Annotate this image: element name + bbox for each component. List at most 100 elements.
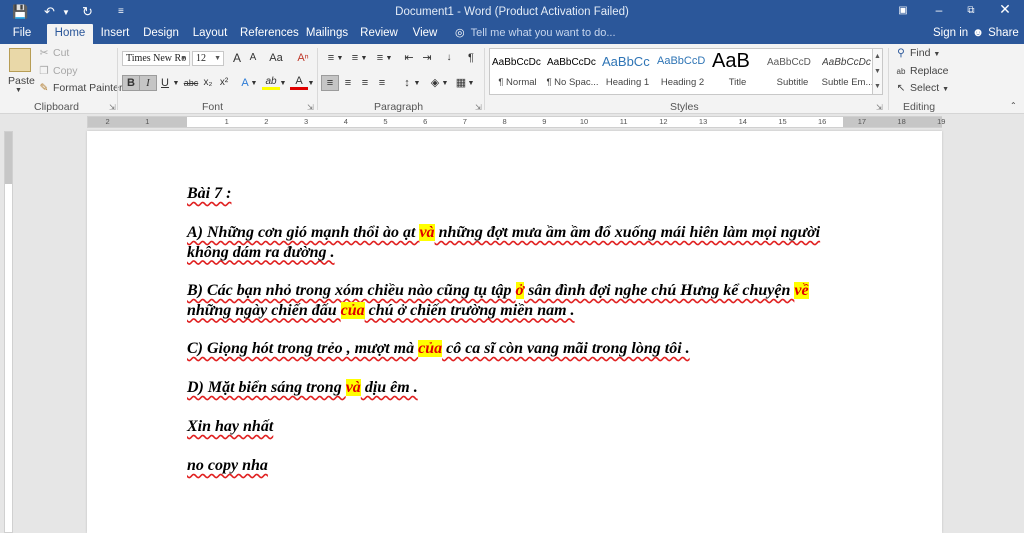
scroll-up-icon[interactable]: ▲ <box>873 49 882 64</box>
tab-review[interactable]: Review <box>359 24 399 44</box>
increase-indent-icon[interactable]: ⇥ <box>418 50 436 66</box>
styles-launcher-icon[interactable]: ⇲ <box>876 103 883 112</box>
sign-in-link[interactable]: Sign in <box>933 24 968 44</box>
clear-formatting-button[interactable]: Aⁿ <box>294 50 312 66</box>
find-label: Find <box>910 47 931 59</box>
font-color-dropdown-icon[interactable]: ▼ <box>307 76 315 92</box>
ruler-tick-label: 19 <box>937 117 946 126</box>
more-styles-icon[interactable]: ▼ <box>873 79 882 94</box>
heading-line: Bài 7 : <box>187 184 827 204</box>
align-center-icon[interactable]: ≡ <box>339 75 357 91</box>
font-color-button[interactable]: A <box>290 75 308 90</box>
horizontal-ruler[interactable]: 2 1 1 2 3 4 5 6 7 8 9 10 11 12 13 14 15 16 17 18 19 <box>87 116 945 128</box>
sort-icon[interactable]: ↓ <box>440 50 458 66</box>
ruler-tick-label: 18 <box>897 117 906 126</box>
style-no-spacing[interactable]: AaBbCcDc ¶ No Spac... <box>545 49 600 94</box>
italic-button[interactable]: I <box>139 75 157 91</box>
copy-button[interactable]: ❐ Copy <box>38 65 77 77</box>
paragraph-launcher-icon[interactable]: ⇲ <box>475 103 482 112</box>
ruler-tick-label: 13 <box>698 117 708 126</box>
underline-dropdown-icon[interactable]: ▼ <box>172 76 180 92</box>
paste-button[interactable]: Paste <box>8 75 35 87</box>
select-label: Select <box>910 82 940 94</box>
style-name: Title <box>728 77 747 88</box>
tab-layout[interactable]: Layout <box>189 24 231 44</box>
share-button[interactable]: ☻ Share <box>972 24 1019 44</box>
scroll-down-icon[interactable]: ▼ <box>873 64 882 79</box>
ribbon-display-options-icon[interactable]: ▣ <box>888 5 918 16</box>
text-run: dịu êm . <box>360 379 418 396</box>
clipboard-launcher-icon[interactable]: ⇲ <box>109 103 116 112</box>
tab-home[interactable]: Home <box>47 24 93 44</box>
tab-view[interactable]: View <box>407 24 443 44</box>
bold-button[interactable]: B <box>122 75 140 91</box>
ruler-tick-label: 7 <box>462 117 467 126</box>
restore-icon[interactable]: ⧉ <box>956 5 986 16</box>
ribbon-tabs: File Home Insert Design Layout Reference… <box>0 24 1024 44</box>
font-name-select[interactable]: Times New Ro ▼ <box>122 51 190 66</box>
line-spacing-dropdown-icon[interactable]: ▼ <box>413 76 421 92</box>
highlight-button[interactable]: ab <box>262 75 280 90</box>
multilevel-dropdown-icon[interactable]: ▼ <box>385 51 393 67</box>
find-button[interactable]: ⚲ Find ▼ <box>895 47 940 59</box>
style-title[interactable]: AaB Title <box>710 49 765 94</box>
change-case-button[interactable]: Aa <box>264 50 288 66</box>
style-heading-2[interactable]: AaBbCcD Heading 2 <box>655 49 710 94</box>
numbering-dropdown-icon[interactable]: ▼ <box>360 51 368 67</box>
style-preview: AaBbCcDc <box>547 57 596 68</box>
style-normal[interactable]: AaBbCcDc ¶ Normal <box>490 49 545 94</box>
shading-dropdown-icon[interactable]: ▼ <box>441 76 449 92</box>
horizontal-ruler-area: 2 1 1 2 3 4 5 6 7 8 9 10 11 12 13 14 15 16 17 18 19 <box>0 114 1024 130</box>
format-painter-button[interactable]: ✎ Format Painter <box>38 82 123 94</box>
exercise-title: Bài 7 : <box>187 185 232 202</box>
tell-me-box[interactable]: ◎ Tell me what you want to do... <box>455 24 616 44</box>
tab-mailings[interactable]: Mailings <box>304 24 350 44</box>
font-color-icon: A <box>295 75 303 87</box>
minimize-icon[interactable]: – <box>924 3 954 17</box>
text-run: D) Mặt biển sáng trong <box>187 379 346 396</box>
style-heading-1[interactable]: AaBbCc Heading 1 <box>600 49 655 94</box>
paste-dropdown-icon[interactable]: ▼ <box>15 87 22 94</box>
align-left-icon[interactable]: ≡ <box>321 75 339 91</box>
replace-button[interactable]: ab Replace <box>895 65 949 77</box>
style-subtitle[interactable]: AaBbCcD Subtitle <box>765 49 820 94</box>
shrink-font-button[interactable]: A <box>244 50 262 66</box>
document-page[interactable]: Bài 7 : A) Những cơn gió mạnh thổi ào ạt… <box>87 131 942 533</box>
tab-file[interactable]: File <box>6 24 38 44</box>
cut-label: Cut <box>53 47 70 59</box>
strikethrough-button[interactable]: abc <box>182 75 200 91</box>
tab-references[interactable]: References <box>240 24 299 44</box>
text-run: sân đình đợi nghe chú Hưng kể chuyện <box>524 282 795 299</box>
bullets-dropdown-icon[interactable]: ▼ <box>336 51 344 67</box>
chevron-down-icon: ▼ <box>214 55 221 62</box>
style-name: Heading 2 <box>660 77 705 88</box>
ruler-tick-label: 10 <box>579 117 589 126</box>
tab-design[interactable]: Design <box>141 24 181 44</box>
style-preview: AaBbCc <box>602 54 650 69</box>
justify-icon[interactable]: ≡ <box>373 75 391 91</box>
show-formatting-icon[interactable]: ¶ <box>462 50 480 66</box>
style-name: Subtitle <box>776 77 809 88</box>
font-size-select[interactable]: 12 ▼ <box>192 51 224 66</box>
superscript-button[interactable]: x² <box>215 75 233 91</box>
tab-insert[interactable]: Insert <box>97 24 133 44</box>
ruler-tick-label: 14 <box>738 117 747 126</box>
window-title: Document1 - Word (Product Activation Fai… <box>395 6 629 18</box>
collapse-ribbon-icon[interactable]: ⌃ <box>1010 101 1017 110</box>
font-launcher-icon[interactable]: ⇲ <box>307 103 314 112</box>
vertical-ruler[interactable] <box>4 131 13 533</box>
cut-button[interactable]: ✂ Cut <box>38 47 70 59</box>
highlight-dropdown-icon[interactable]: ▼ <box>279 76 287 92</box>
chevron-down-icon: ▼ <box>942 86 950 93</box>
highlighted-word: của <box>340 301 365 319</box>
style-subtle-emphasis[interactable]: AaBbCcDc Subtle Em... <box>820 49 874 94</box>
decrease-indent-icon[interactable]: ⇤ <box>400 50 418 66</box>
text-effects-dropdown-icon[interactable]: ▼ <box>250 76 258 92</box>
format-painter-label: Format Painter <box>53 82 123 94</box>
close-icon[interactable]: ✕ <box>990 1 1020 18</box>
borders-dropdown-icon[interactable]: ▼ <box>467 76 475 92</box>
search-icon: ⚲ <box>897 47 905 59</box>
align-right-icon[interactable]: ≡ <box>356 75 374 91</box>
styles-scroll[interactable]: ▲ ▼ ▼ <box>872 48 883 95</box>
select-button[interactable]: ↖ Select ▼ <box>895 82 949 94</box>
